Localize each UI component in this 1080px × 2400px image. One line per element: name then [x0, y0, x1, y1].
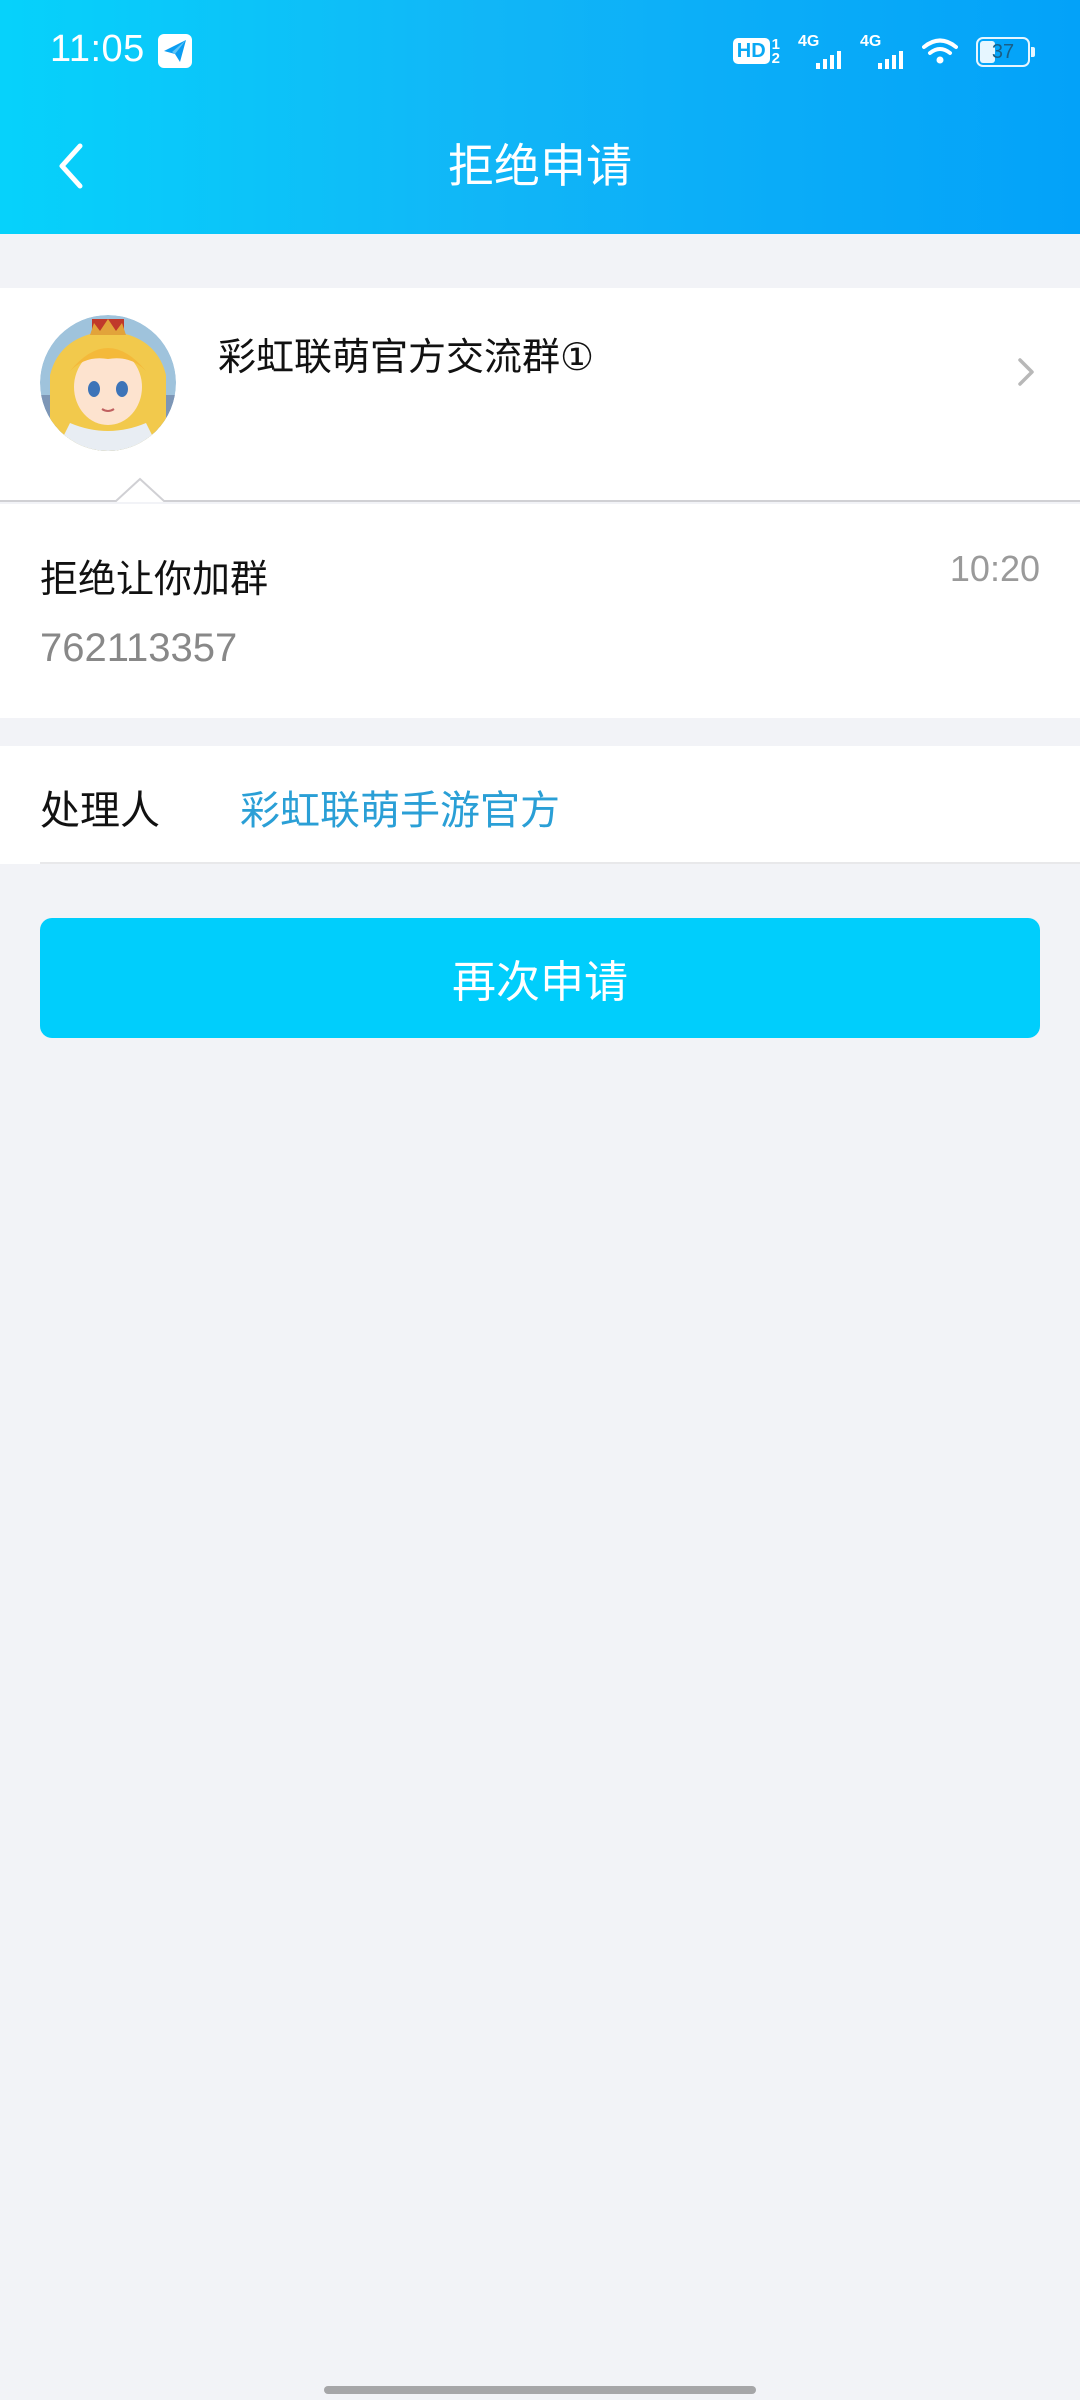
hd-fraction-bottom: 2: [771, 50, 780, 67]
status-time: 11:05: [50, 28, 145, 70]
rejection-message: 拒绝让你加群 10:20 762113357: [0, 504, 1080, 718]
paper-plane-icon: [158, 34, 192, 68]
message-text: 拒绝让你加群: [40, 557, 269, 601]
handler-row: 处理人 彩虹联萌手游官方: [0, 746, 1080, 864]
hd-label: HD: [732, 38, 770, 64]
divider-pointer: [0, 477, 1080, 502]
group-avatar: [40, 315, 176, 451]
signal-icon-1: 4G: [798, 33, 842, 71]
group-info-row[interactable]: 彩虹联萌官方交流群①: [0, 288, 1080, 502]
message-time: 10:20: [949, 548, 1040, 589]
handler-name-link[interactable]: 彩虹联萌手游官方: [240, 778, 560, 836]
page-title: 拒绝申请: [448, 139, 632, 193]
status-indicators: HD 1 2 4G 4G 37: [732, 30, 1035, 74]
app-header: 11:05 HD 1 2 4G 4G 37 拒绝申请: [0, 0, 1080, 234]
reapply-button[interactable]: 再次申请: [40, 918, 1040, 1038]
chevron-right-icon: [1018, 358, 1034, 386]
group-number: 762113357: [40, 626, 238, 670]
home-indicator[interactable]: [324, 2386, 756, 2394]
handler-label: 处理人: [40, 788, 160, 834]
divider: [40, 862, 1080, 864]
signal-bars-icon: [878, 51, 903, 69]
signal-bars-icon: [816, 51, 841, 69]
wifi-icon: [922, 38, 958, 64]
battery-icon: 37: [976, 37, 1035, 67]
battery-level: 37: [991, 40, 1015, 63]
signal-icon-2: 4G: [860, 33, 904, 71]
group-name: 彩虹联萌官方交流群①: [218, 335, 595, 379]
hd-voice-badge: HD 1 2: [732, 37, 780, 67]
